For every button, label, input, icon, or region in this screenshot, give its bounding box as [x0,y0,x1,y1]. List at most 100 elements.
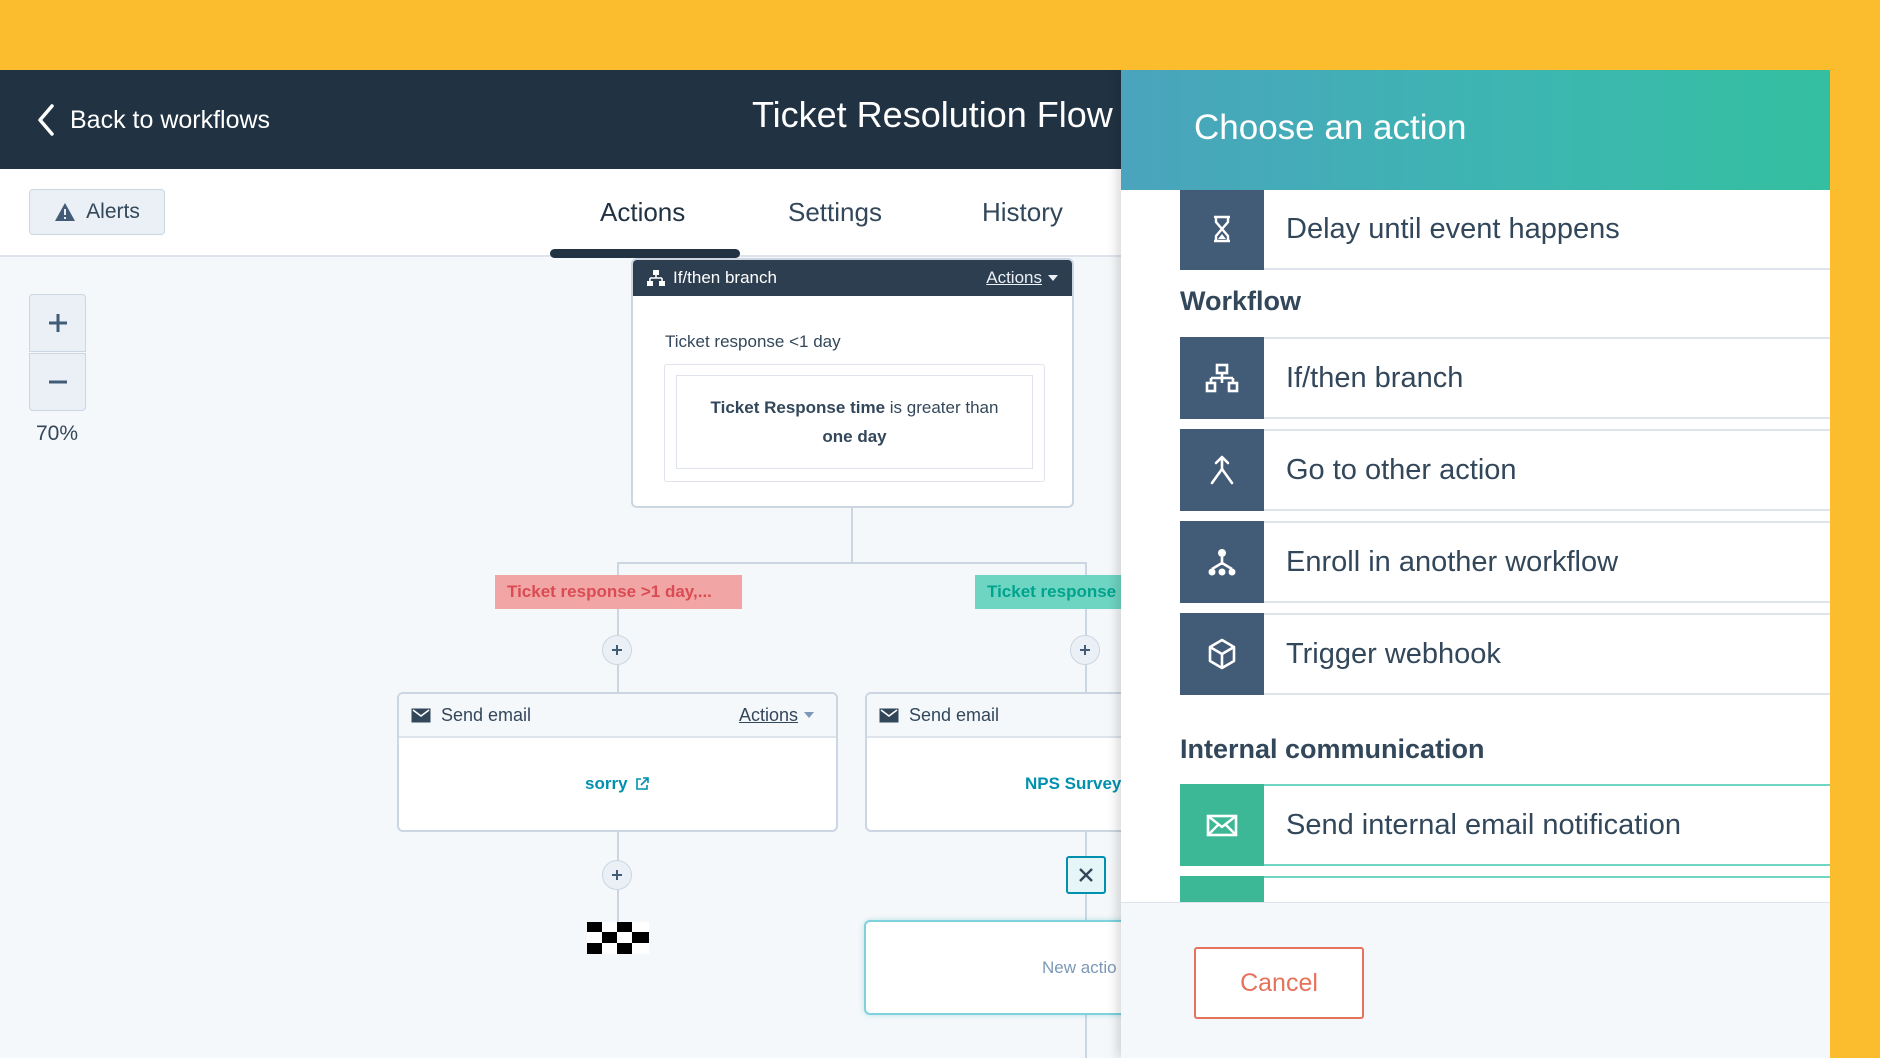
action-trigger-webhook[interactable]: Trigger webhook [1180,613,1830,695]
send-email-header: Send email Actions [399,694,836,738]
zoom-out-button[interactable] [29,353,86,411]
branch-label-teal[interactable]: Ticket response [975,575,1125,609]
plus-icon [1080,645,1090,655]
action-label: Enroll in another workflow [1286,545,1619,578]
connector-line [851,508,853,562]
plus-icon [48,314,67,332]
envelope-icon [1206,814,1238,837]
branch-actions-dropdown[interactable]: Actions [986,268,1058,288]
cancel-button[interactable]: Cancel [1194,947,1364,1019]
email-name: sorry [585,774,628,793]
action-label: Trigger webhook [1286,637,1501,670]
action-label: Delay until event happens [1286,212,1620,245]
action-label-box: Go to other action [1264,429,1830,511]
caret-down-icon [804,712,814,718]
send-email-title: Send email [909,704,1000,725]
action-label-box: Trigger webhook [1264,613,1830,695]
condition-text: Ticket Response time is greater than one… [676,375,1033,469]
if-then-branch-card[interactable]: If/then branch Actions Ticket response <… [631,258,1074,508]
choose-action-panel: Choose an action Delay until event happe… [1121,70,1830,1058]
action-icon-tile [1180,521,1264,603]
minus-icon [48,380,67,384]
action-label-box: If/then branch [1264,337,1830,419]
branch-actions-label: Actions [986,268,1042,287]
email-actions-dropdown[interactable]: Actions [739,705,814,726]
envelope-icon [879,708,899,722]
condition-value: one day [822,427,887,446]
action-icon-tile [1180,429,1264,511]
panel-title: Choose an action [1194,108,1467,147]
back-to-workflows-link[interactable]: Back to workflows [36,100,270,140]
branch-card-header: If/then branch Actions [633,260,1072,296]
section-heading-workflow: Workflow [1180,286,1301,316]
new-action-label: New actio [1042,958,1117,977]
zoom-in-button[interactable] [29,294,86,352]
tab-history[interactable]: History [982,197,1063,228]
action-icon-tile [1180,337,1264,419]
add-action-button[interactable] [1070,635,1100,665]
workflow-app: Back to workflows Ticket Resolution Flow… [0,70,1830,1058]
action-list: Delay until event happens N Workflow If/… [1121,190,1830,902]
email-link-sorry[interactable]: sorry [585,774,650,794]
merge-arrow-icon [1210,455,1234,485]
action-label-box: Delay until event happens N [1264,190,1830,270]
action-label-box [1264,876,1830,902]
action-delay-until-event[interactable]: Delay until event happens N [1180,190,1830,270]
plus-icon [612,870,622,880]
workflow-title[interactable]: Ticket Resolution Flow [752,94,1113,136]
action-go-to-other-action[interactable]: Go to other action [1180,429,1830,511]
warning-icon [55,203,76,221]
section-heading-internal-communication: Internal communication [1180,734,1485,764]
action-icon-tile [1180,190,1264,270]
zoom-level: 70% [36,422,79,445]
action-icon-tile [1180,613,1264,695]
send-email-title: Send email [441,704,532,725]
plus-icon [612,645,622,655]
chevron-left-icon [38,104,54,136]
back-link-label: Back to workflows [70,105,271,134]
panel-header: Choose an action [1121,70,1830,190]
alerts-label: Alerts [86,200,140,223]
action-if-then-branch[interactable]: If/then branch [1180,337,1830,419]
external-link-icon [635,777,649,790]
tab-actions[interactable]: Actions [600,197,685,228]
action-label-box: Send internal email notification [1264,784,1830,866]
connector-line [617,562,1087,564]
action-icon-tile [1180,876,1264,902]
caret-down-icon [1048,275,1058,281]
email-name: NPS Survey [1025,774,1122,793]
alerts-button[interactable]: Alerts [29,189,165,235]
cube-icon [1208,638,1236,670]
action-label-box: Enroll in another workflow [1264,521,1830,603]
action-enroll-in-another-workflow[interactable]: Enroll in another workflow [1180,521,1830,603]
branch-label-red[interactable]: Ticket response >1 day,... [495,575,742,609]
branch-icon [1205,363,1239,393]
add-action-button[interactable] [602,860,632,890]
close-new-action-button[interactable] [1066,856,1106,894]
action-icon-tile [1180,784,1264,866]
action-label: Go to other action [1286,453,1517,486]
action-send-internal-email[interactable]: Send internal email notification [1180,784,1830,866]
action-label: Send internal email notification [1286,808,1681,841]
condition-box: Ticket Response time is greater than one… [664,364,1045,482]
email-actions-label: Actions [738,704,798,725]
action-next-item-partial[interactable] [1180,876,1830,902]
active-tab-indicator [550,249,740,258]
hourglass-icon [1214,215,1230,243]
condition-operator: is greater than [885,398,999,417]
sub-bar: Alerts Actions Settings History [0,169,1121,257]
tab-settings[interactable]: Settings [788,197,882,228]
close-icon [1079,868,1093,882]
email-link-nps-survey[interactable]: NPS Survey [1025,774,1121,794]
enroll-workflow-icon [1208,549,1236,576]
branch-label: Ticket response <1 day [665,332,841,351]
envelope-icon [411,708,431,722]
add-action-button[interactable] [602,635,632,665]
branch-card-title: If/then branch [673,268,777,287]
new-action-placeholder[interactable]: New actio [864,920,1164,1015]
send-email-card[interactable]: Send email Actions sorry [397,692,838,832]
branch-icon [647,270,665,286]
action-label: If/then branch [1286,361,1464,394]
condition-property: Ticket Response time [710,398,886,417]
checkered-flag-icon [587,922,649,954]
